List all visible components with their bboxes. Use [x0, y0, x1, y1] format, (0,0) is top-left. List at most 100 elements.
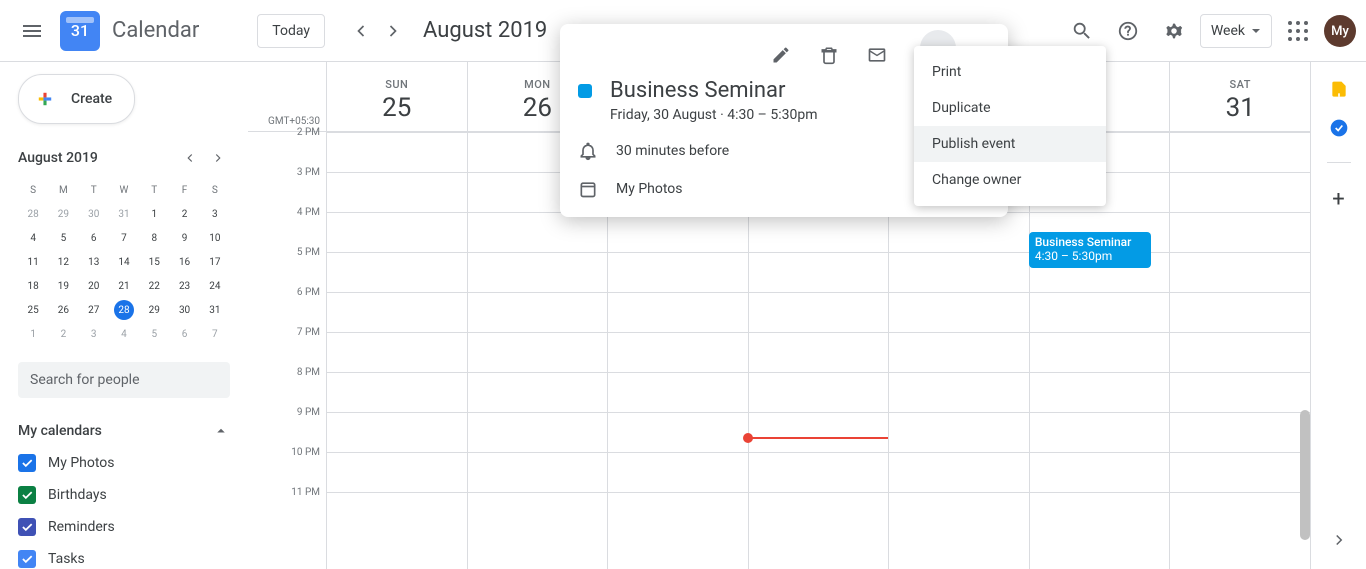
mini-day[interactable]: 29: [139, 298, 169, 322]
mini-next-button[interactable]: [206, 146, 230, 170]
chevron-down-icon: [1251, 26, 1261, 36]
mini-day[interactable]: 12: [48, 250, 78, 274]
day-header[interactable]: SUN25: [326, 62, 467, 131]
option-item[interactable]: Print: [914, 54, 1106, 90]
mini-day[interactable]: 30: [169, 298, 199, 322]
edit-event-button[interactable]: [764, 38, 798, 72]
mini-day[interactable]: 18: [18, 274, 48, 298]
mini-day[interactable]: 16: [169, 250, 199, 274]
event-title: Business Seminar: [610, 78, 817, 103]
time-label: 9 PM: [248, 407, 326, 447]
view-selector[interactable]: Week: [1200, 14, 1272, 48]
mini-day[interactable]: 3: [200, 202, 230, 226]
calendar-checkbox[interactable]: [18, 518, 36, 536]
search-button[interactable]: [1062, 11, 1102, 51]
mini-day[interactable]: 10: [200, 226, 230, 250]
time-label: 3 PM: [248, 167, 326, 207]
main-menu-button[interactable]: [8, 7, 56, 55]
mini-day[interactable]: 24: [200, 274, 230, 298]
event-color-marker: [578, 84, 592, 98]
mini-day[interactable]: 19: [48, 274, 78, 298]
time-label: 6 PM: [248, 287, 326, 327]
google-apps-button[interactable]: [1278, 11, 1318, 51]
account-avatar[interactable]: My: [1324, 15, 1356, 47]
mini-day[interactable]: 5: [48, 226, 78, 250]
option-item[interactable]: Duplicate: [914, 90, 1106, 126]
email-guests-button[interactable]: [860, 38, 894, 72]
prev-period-button[interactable]: [345, 15, 377, 47]
mini-day[interactable]: 28: [109, 298, 139, 322]
collapse-panel-button[interactable]: [1330, 531, 1348, 553]
mini-day[interactable]: 21: [109, 274, 139, 298]
mini-day[interactable]: 30: [79, 202, 109, 226]
gear-icon: [1163, 20, 1185, 42]
calendar-checkbox[interactable]: [18, 486, 36, 504]
option-item[interactable]: Publish event: [914, 126, 1106, 162]
mini-day[interactable]: 2: [48, 322, 78, 346]
mini-day[interactable]: 23: [169, 274, 199, 298]
mini-day[interactable]: 13: [79, 250, 109, 274]
panel-divider: [1327, 162, 1351, 163]
create-button[interactable]: Create: [18, 74, 135, 124]
mini-day[interactable]: 26: [48, 298, 78, 322]
mini-day[interactable]: 5: [139, 322, 169, 346]
mini-day[interactable]: 6: [169, 322, 199, 346]
mini-day[interactable]: 25: [18, 298, 48, 322]
mini-day[interactable]: 17: [200, 250, 230, 274]
calendar-icon: [578, 179, 598, 199]
mini-day[interactable]: 7: [200, 322, 230, 346]
mini-day[interactable]: 22: [139, 274, 169, 298]
mini-day[interactable]: 3: [79, 322, 109, 346]
mini-day[interactable]: 6: [79, 226, 109, 250]
mini-day[interactable]: 31: [200, 298, 230, 322]
settings-button[interactable]: [1154, 11, 1194, 51]
scrollbar[interactable]: [1300, 410, 1310, 540]
keep-icon[interactable]: [1329, 80, 1349, 100]
mini-day[interactable]: 11: [18, 250, 48, 274]
chevron-up-icon: [212, 422, 230, 440]
day-column[interactable]: [1169, 132, 1310, 569]
mini-day[interactable]: 31: [109, 202, 139, 226]
mini-day[interactable]: 28: [18, 202, 48, 226]
add-addon-button[interactable]: +: [1332, 187, 1344, 212]
event-calendar-name: My Photos: [616, 181, 683, 197]
mini-day[interactable]: 27: [79, 298, 109, 322]
mini-prev-button[interactable]: [178, 146, 202, 170]
my-calendars-toggle[interactable]: My calendars: [18, 422, 230, 440]
time-label: 7 PM: [248, 327, 326, 367]
day-header[interactable]: SAT31: [1169, 62, 1310, 131]
mini-calendar: SMTWTFS282930311234567891011121314151617…: [18, 178, 230, 346]
mini-day[interactable]: 2: [169, 202, 199, 226]
mini-day[interactable]: 29: [48, 202, 78, 226]
calendar-item[interactable]: Birthdays: [18, 486, 230, 504]
mini-day[interactable]: 14: [109, 250, 139, 274]
next-period-button[interactable]: [377, 15, 409, 47]
search-people-input[interactable]: Search for people: [18, 362, 230, 398]
calendar-checkbox[interactable]: [18, 454, 36, 472]
today-button[interactable]: Today: [257, 14, 325, 48]
sidebar: Create August 2019 SMTWTFS28293031123456…: [0, 62, 248, 569]
calendar-item[interactable]: Tasks: [18, 550, 230, 568]
mini-day[interactable]: 8: [139, 226, 169, 250]
mini-day[interactable]: 15: [139, 250, 169, 274]
mail-icon: [867, 45, 887, 65]
mini-day[interactable]: 1: [18, 322, 48, 346]
tasks-icon[interactable]: [1329, 118, 1349, 138]
delete-event-button[interactable]: [812, 38, 846, 72]
now-indicator: [748, 437, 889, 439]
calendar-item[interactable]: Reminders: [18, 518, 230, 536]
mini-day[interactable]: 4: [109, 322, 139, 346]
calendar-label: Reminders: [48, 519, 115, 535]
mini-day[interactable]: 9: [169, 226, 199, 250]
event-chip[interactable]: Business Seminar4:30 – 5:30pm: [1029, 232, 1151, 268]
mini-day[interactable]: 20: [79, 274, 109, 298]
calendar-checkbox[interactable]: [18, 550, 36, 568]
help-button[interactable]: [1108, 11, 1148, 51]
calendar-label: Tasks: [48, 551, 85, 567]
calendar-item[interactable]: My Photos: [18, 454, 230, 472]
option-item[interactable]: Change owner: [914, 162, 1106, 198]
mini-day[interactable]: 7: [109, 226, 139, 250]
mini-day[interactable]: 4: [18, 226, 48, 250]
mini-day[interactable]: 1: [139, 202, 169, 226]
day-column[interactable]: [326, 132, 467, 569]
